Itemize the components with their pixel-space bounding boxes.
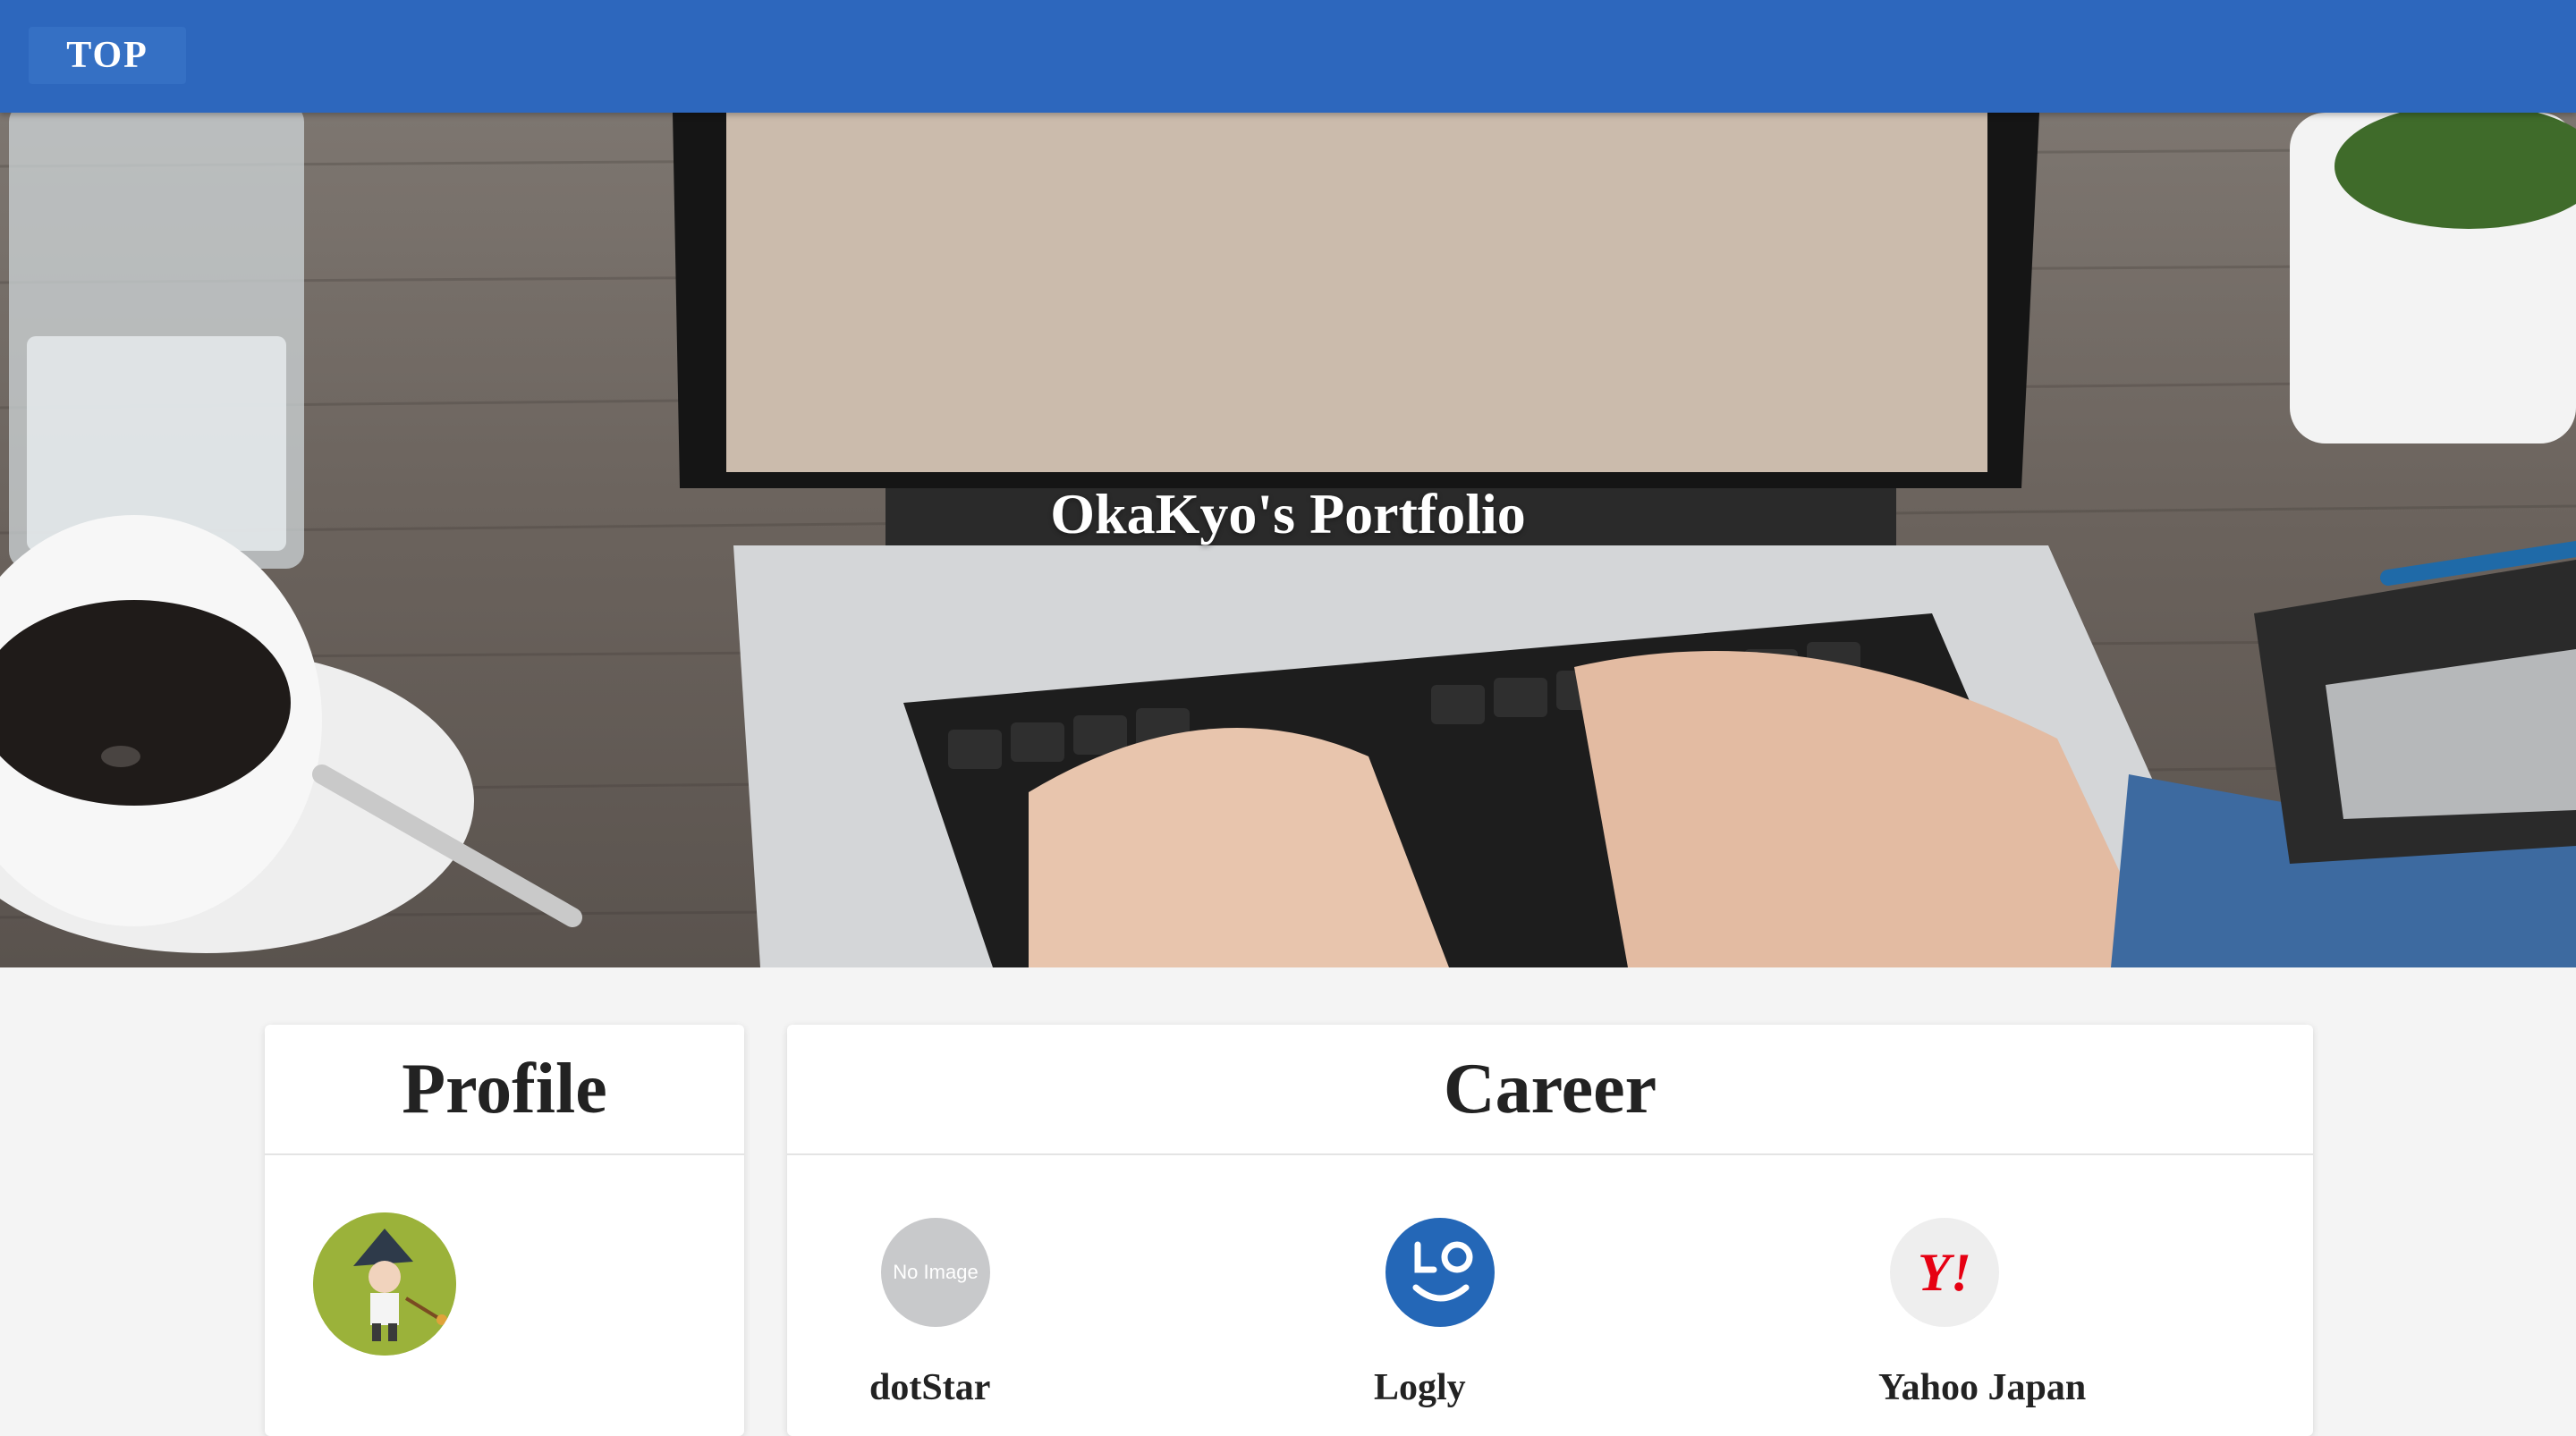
profile-card: Profile bbox=[265, 1025, 744, 1436]
logly-logo-icon bbox=[1385, 1218, 1495, 1327]
top-button[interactable]: TOP bbox=[29, 27, 186, 84]
profile-avatar[interactable] bbox=[313, 1212, 456, 1356]
company-name: Logly bbox=[1374, 1367, 1466, 1408]
company-name: Yahoo Japan bbox=[1878, 1367, 2087, 1408]
career-heading: Career bbox=[787, 1025, 2313, 1155]
no-image-icon: No Image bbox=[881, 1218, 990, 1327]
career-card: Career No Image dotStar Logly Y! Yahoo J… bbox=[787, 1025, 2313, 1436]
yahoo-logo-icon: Y! bbox=[1890, 1218, 1999, 1327]
company-name: dotStar bbox=[869, 1367, 991, 1408]
profile-heading: Profile bbox=[265, 1025, 744, 1155]
hero-banner: OkaKyo's Portfolio bbox=[0, 113, 2576, 967]
hero-title: OkaKyo's Portfolio bbox=[1050, 482, 1526, 545]
top-navbar: TOP bbox=[0, 0, 2576, 113]
avatar-character-icon bbox=[313, 1212, 456, 1356]
